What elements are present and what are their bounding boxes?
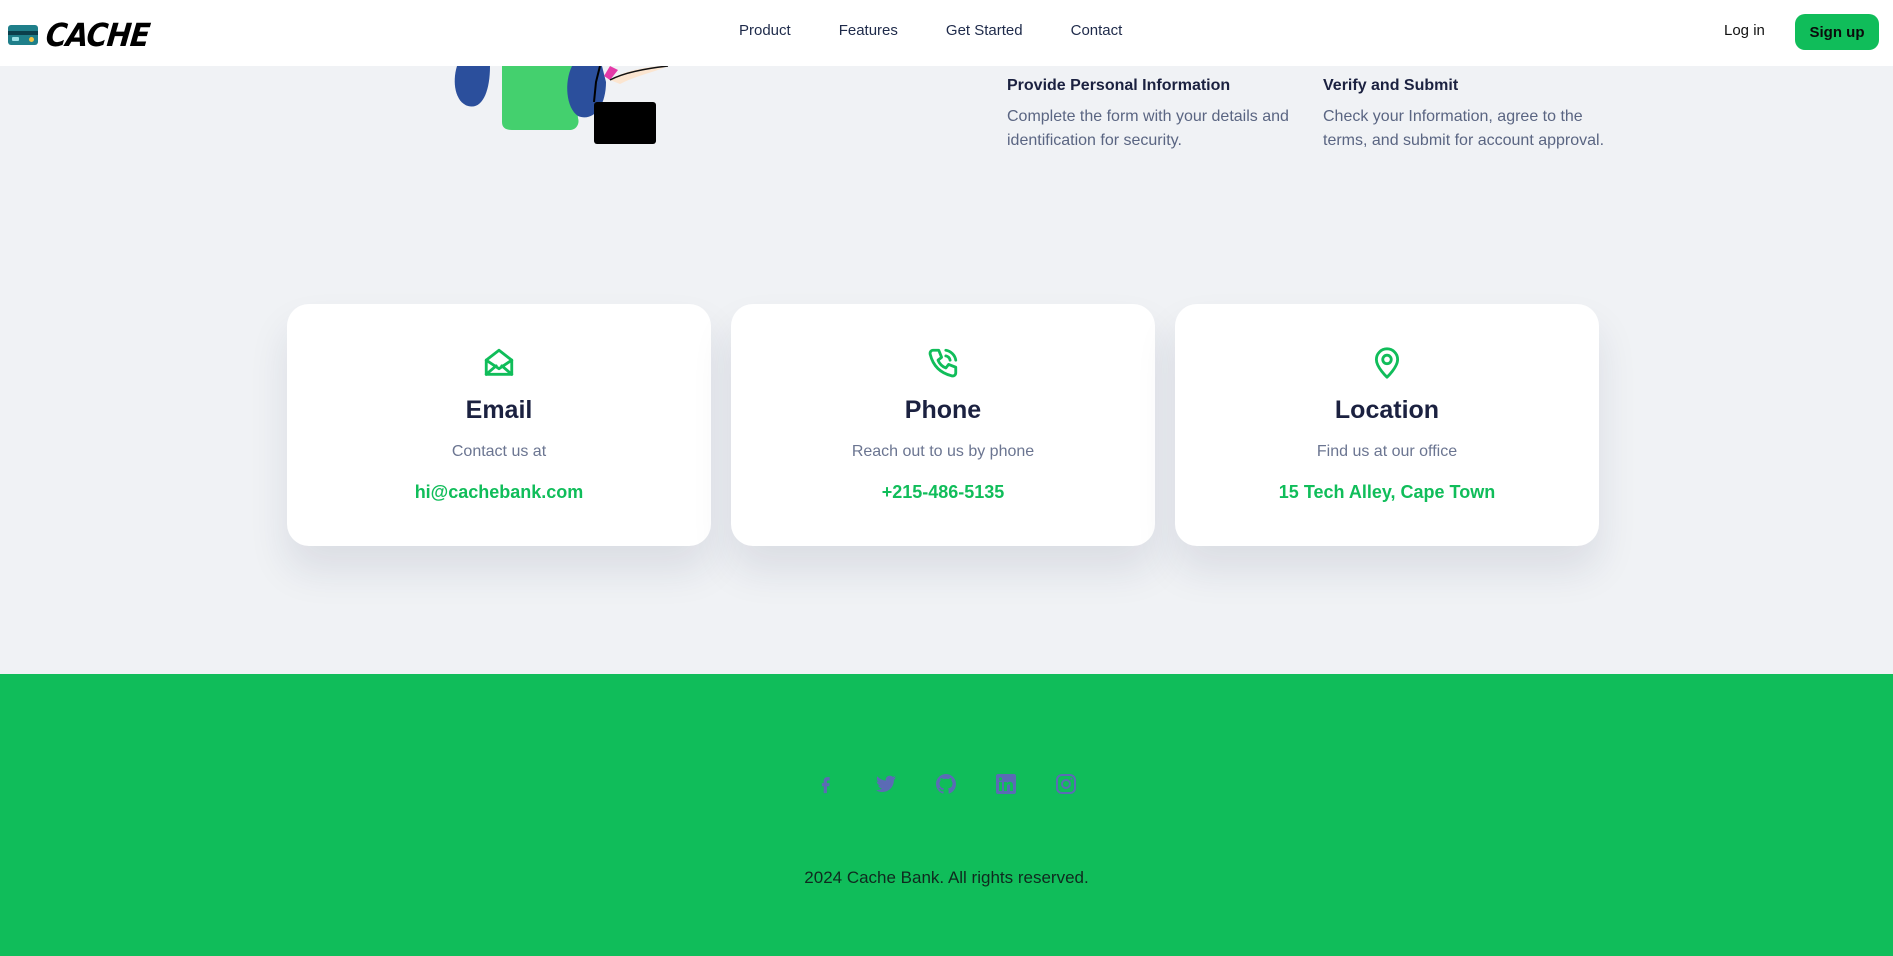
social-links xyxy=(812,770,1080,798)
brand-logo[interactable]: CACHE xyxy=(8,16,152,54)
twitter-icon[interactable] xyxy=(872,770,900,798)
card-subtitle: Reach out to us by phone xyxy=(851,443,1035,460)
signup-button[interactable]: Sign up xyxy=(1795,14,1879,50)
step-title: Provide Personal Information xyxy=(1007,77,1231,94)
mail-open-icon xyxy=(484,348,514,376)
site-header: CACHE Product Features Get Started Conta… xyxy=(0,0,1893,66)
facebook-icon[interactable] xyxy=(812,770,840,798)
instagram-icon[interactable] xyxy=(1052,770,1080,798)
card-subtitle: Find us at our office xyxy=(1316,443,1458,460)
nav-get-started[interactable]: Get Started xyxy=(946,22,1023,39)
phone-ringing-icon xyxy=(928,348,958,378)
step-text: Check your Information, agree to the ter… xyxy=(1323,108,1605,149)
card-subtitle: Contact us at xyxy=(451,443,547,460)
nav-contact[interactable]: Contact xyxy=(1071,22,1123,39)
nav-features[interactable]: Features xyxy=(839,22,898,39)
main-nav: Product Features Get Started Contact xyxy=(739,22,1122,39)
step-verify-submit: Verify and Submit Check your Information… xyxy=(1323,77,1613,153)
card-title: Location xyxy=(1334,396,1440,424)
step-title: Verify and Submit xyxy=(1323,77,1459,94)
step-personal-info: Provide Personal Information Complete th… xyxy=(1007,77,1297,153)
nav-product[interactable]: Product xyxy=(739,22,791,39)
contact-card-email: Email Contact us at hi@cachebank.com xyxy=(287,304,711,546)
card-title: Phone xyxy=(904,396,982,424)
copyright-text: 2024 Cache Bank. All rights reserved. xyxy=(804,868,1089,887)
site-footer: 2024 Cache Bank. All rights reserved. xyxy=(0,674,1893,956)
credit-card-icon xyxy=(8,25,38,45)
login-link[interactable]: Log in xyxy=(1724,22,1765,39)
card-title: Email xyxy=(465,396,533,424)
phone-link[interactable]: +215-486-5135 xyxy=(731,482,1155,503)
contact-card-location: Location Find us at our office 15 Tech A… xyxy=(1175,304,1599,546)
email-link[interactable]: hi@cachebank.com xyxy=(287,482,711,503)
step-text: Complete the form with your details and … xyxy=(1007,108,1289,149)
github-icon[interactable] xyxy=(932,770,960,798)
linkedin-icon[interactable] xyxy=(992,770,1020,798)
map-pin-icon xyxy=(1374,347,1400,379)
brand-name: CACHE xyxy=(44,16,152,54)
contact-card-phone: Phone Reach out to us by phone +215-486-… xyxy=(731,304,1155,546)
onboarding-illustration xyxy=(454,65,669,144)
location-link[interactable]: 15 Tech Alley, Cape Town xyxy=(1175,482,1599,503)
